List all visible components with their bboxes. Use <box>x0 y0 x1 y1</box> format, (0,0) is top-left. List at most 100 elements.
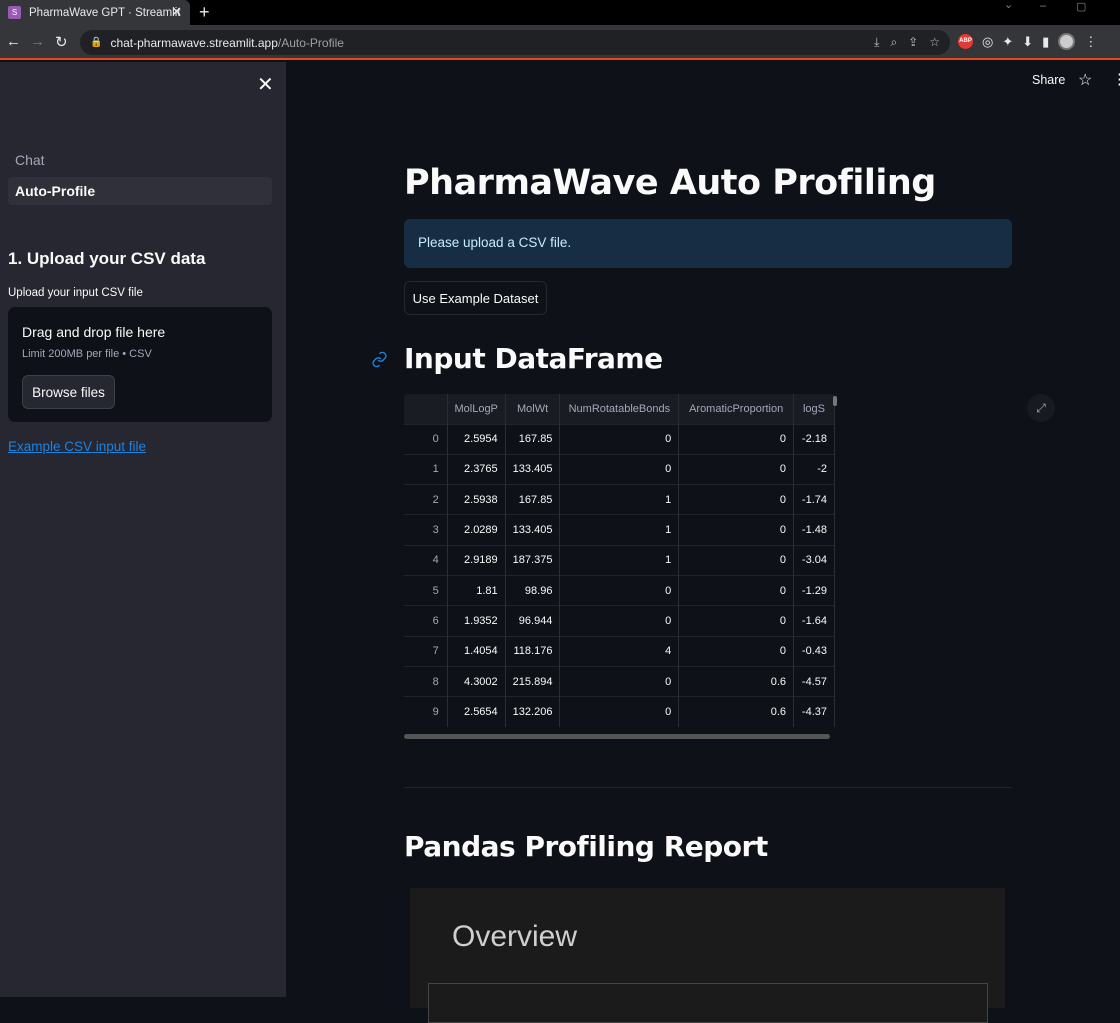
row-index-cell[interactable]: 0 <box>404 423 448 455</box>
minimize-icon[interactable]: – <box>1040 0 1046 12</box>
table-cell[interactable]: 98.96 <box>505 574 561 606</box>
example-csv-link[interactable]: Example CSV input file <box>8 439 146 454</box>
table-cell[interactable]: 0 <box>559 423 680 455</box>
table-cell[interactable]: 0.6 <box>678 665 794 697</box>
table-row[interactable]: 2 2.5938 167.85 1 0 -1.74 <box>404 484 835 515</box>
table-cell[interactable]: 0 <box>678 423 794 455</box>
share-button[interactable]: Share <box>1032 73 1065 87</box>
table-cell[interactable]: 4 <box>559 635 680 667</box>
table-cell[interactable]: -4.57 <box>793 665 835 697</box>
table-row[interactable]: 7 1.4054 118.176 4 0 -0.43 <box>404 635 835 667</box>
table-cell[interactable]: 0 <box>678 484 794 515</box>
download-icon[interactable]: ⬇ <box>1022 34 1033 50</box>
table-row[interactable]: 6 1.9352 96.944 0 0 -1.64 <box>404 605 835 637</box>
zoom-icon[interactable]: ⌕ <box>890 35 897 50</box>
sidebar-item-chat[interactable]: Chat <box>15 152 45 168</box>
table-cell[interactable]: -4.37 <box>793 696 835 727</box>
table-cell[interactable]: -2 <box>793 453 835 485</box>
table-cell[interactable]: -1.64 <box>793 605 835 637</box>
column-header[interactable]: MolWt <box>505 394 561 424</box>
use-example-dataset-button[interactable]: Use Example Dataset <box>404 281 547 315</box>
table-cell[interactable]: 2.5954 <box>447 423 506 455</box>
table-cell[interactable]: 1 <box>559 484 680 515</box>
table-cell[interactable]: -1.48 <box>793 514 835 546</box>
table-cell[interactable]: 0 <box>678 453 794 485</box>
column-header[interactable]: AromaticProportion <box>678 394 794 424</box>
sidepanel-icon[interactable]: ▮ <box>1042 34 1049 50</box>
menu-kebab-icon[interactable]: ⋮ <box>1084 34 1097 50</box>
back-arrow-icon[interactable]: ← <box>6 33 21 50</box>
table-cell[interactable]: 167.85 <box>505 484 561 515</box>
table-row[interactable]: 1 2.3765 133.405 0 0 -2 <box>404 453 835 485</box>
dataframe-table[interactable]: MolLogP MolWt NumRotatableBonds Aromatic… <box>404 394 835 734</box>
star-icon[interactable]: ☆ <box>1078 70 1092 90</box>
row-index-cell[interactable]: 6 <box>404 605 448 637</box>
close-tab-icon[interactable]: ✕ <box>171 5 182 19</box>
share-page-icon[interactable]: ⇪ <box>908 35 918 50</box>
table-row[interactable]: 3 2.0289 133.405 1 0 -1.48 <box>404 514 835 546</box>
table-cell[interactable]: 0 <box>678 635 794 667</box>
table-cell[interactable]: -0.43 <box>793 635 835 667</box>
table-cell[interactable]: 1 <box>559 544 680 576</box>
table-cell[interactable]: 132.206 <box>505 696 561 727</box>
reload-icon[interactable]: ↻ <box>55 33 68 51</box>
row-index-cell[interactable]: 7 <box>404 635 448 667</box>
table-cell[interactable]: -3.04 <box>793 544 835 576</box>
address-bar[interactable]: 🔒 chat-pharmawave.streamlit.app/Auto-Pro… <box>80 30 950 55</box>
column-header[interactable]: MolLogP <box>447 394 506 424</box>
main-menu-icon[interactable]: ⋮ <box>1112 70 1120 88</box>
row-index-cell[interactable]: 3 <box>404 514 448 546</box>
column-header[interactable] <box>404 394 448 424</box>
table-row[interactable]: 9 2.5654 132.206 0 0.6 -4.37 <box>404 696 835 727</box>
table-cell[interactable]: 0 <box>559 665 680 697</box>
table-cell[interactable]: 0 <box>559 574 680 606</box>
maximize-icon[interactable]: ▢ <box>1076 0 1086 13</box>
column-header[interactable]: logS <box>793 394 835 424</box>
puzzle-icon[interactable]: ✦ <box>1002 34 1013 50</box>
table-cell[interactable]: 215.894 <box>505 665 561 697</box>
link-anchor-icon[interactable] <box>371 351 388 372</box>
file-dropzone[interactable]: Drag and drop file here Limit 200MB per … <box>8 307 272 422</box>
chevron-down-icon[interactable]: ⌄ <box>1004 0 1013 11</box>
vertical-scrollbar[interactable] <box>833 396 837 406</box>
table-row[interactable]: 0 2.5954 167.85 0 0 -2.18 <box>404 423 835 455</box>
browser-tab[interactable]: S PharmaWave GPT · Streamlit ✕ <box>0 0 190 25</box>
close-sidebar-icon[interactable]: ✕ <box>257 72 274 97</box>
row-index-cell[interactable]: 8 <box>404 665 448 697</box>
table-cell[interactable]: 133.405 <box>505 453 561 485</box>
table-cell[interactable]: -1.29 <box>793 574 835 606</box>
table-cell[interactable]: 118.176 <box>505 635 561 667</box>
table-cell[interactable]: 0 <box>559 605 680 637</box>
table-cell[interactable]: 0 <box>678 605 794 637</box>
table-cell[interactable]: 0 <box>559 696 680 727</box>
row-index-cell[interactable]: 5 <box>404 574 448 606</box>
table-cell[interactable]: 0 <box>678 574 794 606</box>
extension-icon[interactable]: ◎ <box>982 34 993 50</box>
table-cell[interactable]: 2.5654 <box>447 696 506 727</box>
adblock-icon[interactable]: ABP <box>958 34 973 49</box>
horizontal-scrollbar[interactable] <box>404 734 830 739</box>
row-index-cell[interactable]: 9 <box>404 696 448 727</box>
table-cell[interactable]: 133.405 <box>505 514 561 546</box>
table-cell[interactable]: 96.944 <box>505 605 561 637</box>
table-cell[interactable]: -1.74 <box>793 484 835 515</box>
row-index-cell[interactable]: 4 <box>404 544 448 576</box>
table-cell[interactable]: 2.0289 <box>447 514 506 546</box>
table-cell[interactable]: 1 <box>559 514 680 546</box>
table-cell[interactable]: 2.5938 <box>447 484 506 515</box>
table-cell[interactable]: 2.9189 <box>447 544 506 576</box>
browse-files-button[interactable]: Browse files <box>22 375 115 409</box>
table-cell[interactable]: 0 <box>559 453 680 485</box>
table-cell[interactable]: 2.3765 <box>447 453 506 485</box>
table-cell[interactable]: 4.3002 <box>447 665 506 697</box>
table-cell[interactable]: 0.6 <box>678 696 794 727</box>
table-row[interactable]: 4 2.9189 187.375 1 0 -3.04 <box>404 544 835 576</box>
table-cell[interactable]: -2.18 <box>793 423 835 455</box>
sidebar-item-auto-profile[interactable]: Auto-Profile <box>8 177 272 205</box>
table-row[interactable]: 5 1.81 98.96 0 0 -1.29 <box>404 574 835 606</box>
column-header[interactable]: NumRotatableBonds <box>559 394 680 424</box>
table-cell[interactable]: 1.4054 <box>447 635 506 667</box>
install-icon[interactable]: ⤓ <box>874 35 879 50</box>
profile-avatar-icon[interactable] <box>1058 33 1076 50</box>
row-index-cell[interactable]: 2 <box>404 484 448 515</box>
